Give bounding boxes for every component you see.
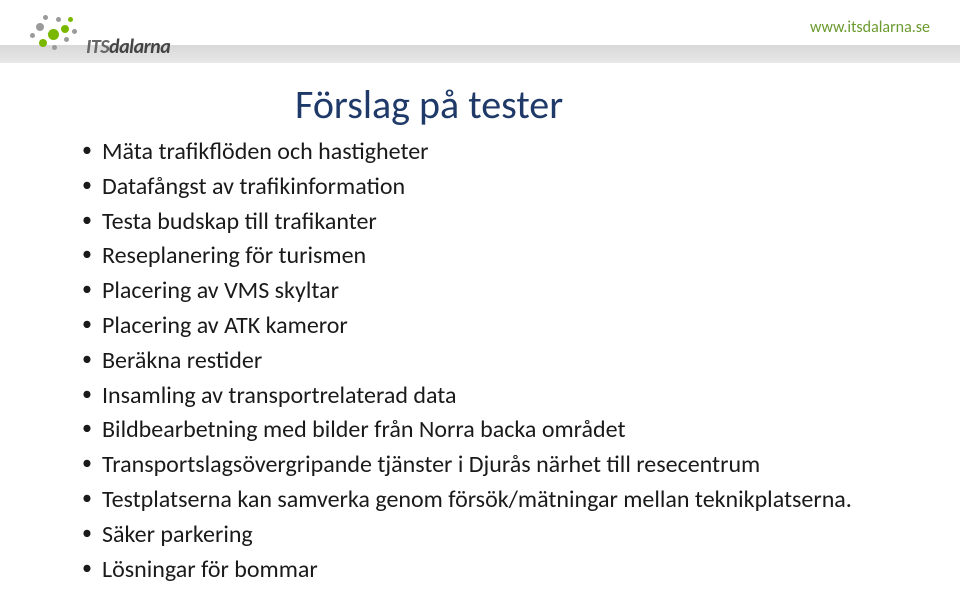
logo-text: ITSdalarna [86, 13, 170, 59]
list-item: Mäta trafikflöden och hastigheter [82, 135, 900, 170]
slide-title: Förslag på tester [295, 80, 900, 129]
slide-content: Förslag på tester Mäta trafikflöden och … [60, 80, 900, 587]
list-item: Lösningar för bommar [82, 553, 900, 588]
list-item: Placering av VMS skyltar [82, 274, 900, 309]
logo: ITSdalarna [28, 10, 170, 62]
list-item: Datafångst av trafikinformation [82, 170, 900, 205]
header: www.itsdalarna.se ITSdalarna [0, 0, 960, 62]
list-item: Bildbearbetning med bilder från Norra ba… [82, 413, 900, 448]
list-item: Testplatserna kan samverka genom försök/… [82, 483, 900, 518]
list-item: Beräkna restider [82, 344, 900, 379]
list-item: Placering av ATK kameror [82, 309, 900, 344]
list-item: Reseplanering för turismen [82, 239, 900, 274]
header-url: www.itsdalarna.se [810, 18, 930, 37]
list-item: Säker parkering [82, 518, 900, 553]
logo-graphic [28, 13, 80, 59]
list-item: Insamling av transportrelaterad data [82, 379, 900, 414]
bullet-list: Mäta trafikflöden och hastigheter Datafå… [82, 135, 900, 587]
list-item: Testa budskap till trafikanter [82, 205, 900, 240]
list-item: Transportslagsövergripande tjänster i Dj… [82, 448, 900, 483]
